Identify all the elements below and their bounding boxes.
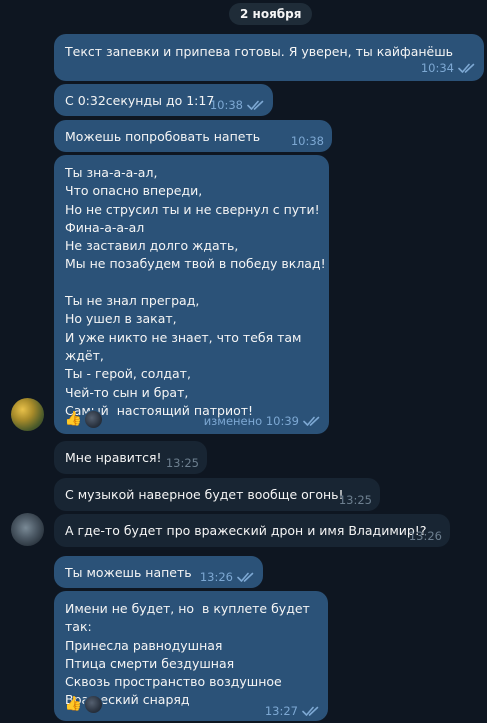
reactions[interactable]: 👍 [64, 410, 103, 429]
message-meta: 13:26 [409, 529, 442, 543]
message-meta: 13:25 [339, 493, 372, 507]
outgoing-message[interactable]: Текст запевки и припева готовы. Я уверен… [54, 34, 484, 81]
message-meta: 10:38 [291, 134, 324, 148]
message-time: 10:38 [209, 98, 243, 112]
message-meta: 13:25 [166, 456, 199, 470]
incoming-message[interactable]: С музыкой наверное будет вообще огонь! 1… [54, 478, 380, 511]
outgoing-message[interactable]: Имени не будет, но в куплете будет так: … [54, 591, 328, 721]
chat-area[interactable]: 2 ноября Текст запевки и припева готовы.… [0, 0, 487, 723]
message-time: изменено 10:39 [203, 414, 299, 428]
message-meta: 10:38 [210, 98, 265, 112]
message-meta: 10:34 [421, 61, 476, 75]
message-text: Можешь попробовать напеть [65, 129, 261, 144]
message-time: 13:26 [199, 570, 233, 584]
thumbs-up-icon[interactable]: 👍 [64, 410, 83, 429]
outgoing-message[interactable]: Ты можешь напеть 13:26 [54, 556, 263, 588]
message-meta: 13:26 [200, 570, 255, 584]
reactions[interactable]: 👍 [64, 695, 103, 714]
message-text: Ты можешь напеть [65, 565, 192, 580]
double-check-icon [303, 416, 320, 426]
message-time: 10:34 [420, 61, 454, 75]
message-time: 10:38 [290, 134, 324, 148]
message-text: С музыкой наверное будет вообще огонь! [65, 487, 344, 502]
incoming-message[interactable]: А где-то будет про вражеский дрон и имя … [54, 514, 450, 547]
message-meta: изменено 10:39 [204, 414, 321, 428]
avatar[interactable] [11, 513, 44, 546]
double-check-icon [302, 706, 319, 716]
message-text: С 0:32секунды до 1:17 [65, 93, 215, 108]
message-time: 13:25 [338, 493, 372, 507]
message-text: Имени не будет, но в куплете будет так: … [65, 601, 310, 708]
reactor-avatar [84, 695, 103, 714]
message-text: А где-то будет про вражеский дрон и имя … [65, 523, 427, 538]
message-meta: 13:27 [265, 704, 320, 718]
incoming-message[interactable]: Мне нравится! 13:25 [54, 441, 207, 474]
outgoing-message[interactable]: Ты зна-а-а-ал, Что опасно впереди, Но не… [54, 155, 329, 434]
message-time: 13:27 [264, 704, 298, 718]
outgoing-message[interactable]: Можешь попробовать напеть 10:38 [54, 120, 332, 152]
message-text: Мне нравится! [65, 450, 162, 465]
reactor-avatar [84, 410, 103, 429]
date-separator: 2 ноября [229, 3, 313, 25]
thumbs-up-icon[interactable]: 👍 [64, 695, 83, 714]
message-time: 13:26 [408, 529, 442, 543]
double-check-icon [237, 572, 254, 582]
message-text: Текст запевки и припева готовы. Я уверен… [65, 44, 454, 59]
avatar[interactable] [11, 398, 44, 431]
double-check-icon [458, 63, 475, 73]
message-text: Ты зна-а-а-ал, Что опасно впереди, Но не… [65, 165, 326, 418]
outgoing-message[interactable]: С 0:32секунды до 1:17 10:38 [54, 84, 273, 116]
double-check-icon [247, 100, 264, 110]
message-time: 13:25 [165, 456, 199, 470]
